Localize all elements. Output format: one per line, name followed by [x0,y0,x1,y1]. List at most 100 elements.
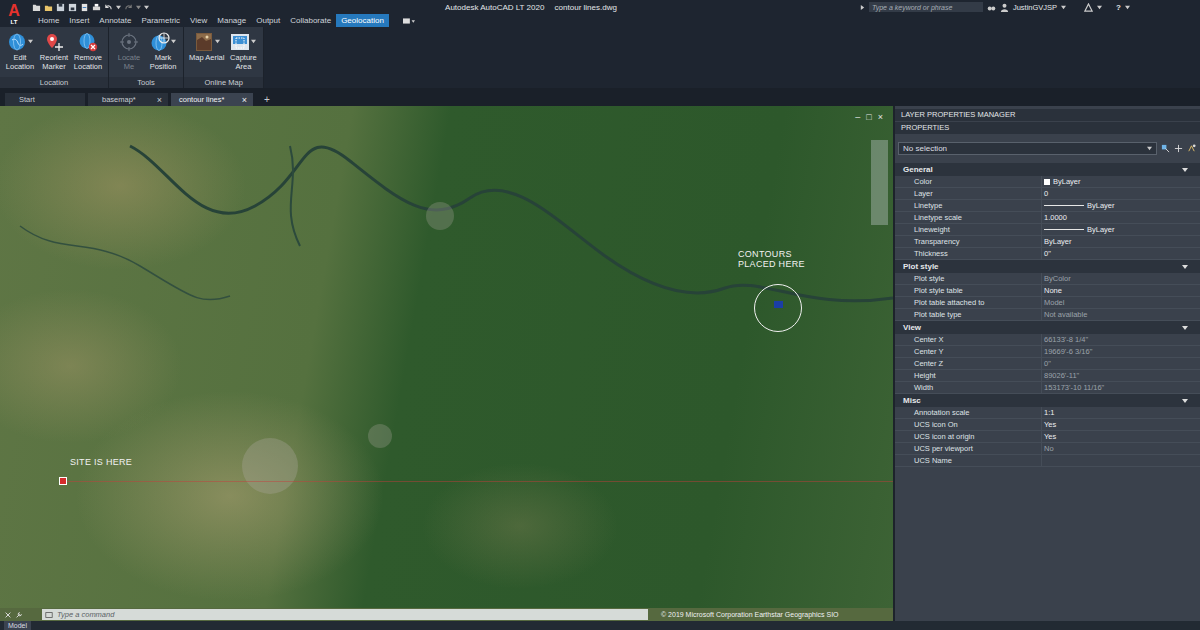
property-row[interactable]: Plot table type Not available [895,309,1200,321]
undo-icon[interactable] [104,3,113,12]
property-row[interactable]: UCS Name [895,455,1200,467]
palette-title[interactable]: PROPERTIES [895,122,1200,134]
viewport-control[interactable]: × [878,112,883,122]
ribbon-tab[interactable]: Output [251,14,285,27]
ribbon-button[interactable]: MarkPosition [147,30,179,77]
new-tab-button[interactable]: + [256,93,278,106]
binoculars-icon[interactable] [987,3,996,12]
section-header[interactable]: General [895,163,1200,176]
ribbon-tab[interactable]: Collaborate [285,14,336,27]
property-value[interactable]: 1.0000 [1042,212,1200,223]
contour-block[interactable] [774,301,783,308]
property-value[interactable]: ByLayer [1042,224,1200,235]
search-box[interactable]: Type a keyword or phrase [869,2,983,12]
palette-title[interactable]: LAYER PROPERTIES MANAGER [895,109,1200,121]
dropdown-arrow-icon[interactable] [28,39,33,44]
property-row[interactable]: Lineweight ByLayer [895,224,1200,236]
file-tab[interactable]: contour lines* × [171,93,253,106]
wrench-icon[interactable] [15,611,23,619]
aerial-map[interactable]: CONTOURSPLACED HERE SITE IS HERE –□× [0,106,893,608]
viewport-control[interactable]: – [855,112,860,122]
property-value[interactable]: 0" [1042,248,1200,259]
navigation-bar[interactable] [871,140,888,225]
viewport-control[interactable]: □ [866,112,871,122]
property-row[interactable]: UCS icon at origin Yes [895,431,1200,443]
quick-access-icon[interactable] [44,3,53,12]
quick-access-icon[interactable] [92,3,101,12]
file-tab[interactable]: basemap* × [88,93,168,106]
property-value[interactable]: Yes [1042,419,1200,430]
site-marker[interactable] [59,477,67,485]
ribbon-tab[interactable]: Annotate [94,14,136,27]
ribbon-tab[interactable]: Parametric [136,14,185,27]
quick-access-icon[interactable] [32,3,41,12]
property-row[interactable]: Plot table attached to Model [895,297,1200,309]
property-value[interactable]: ByLayer [1042,176,1200,187]
quick-access-icon[interactable] [80,3,89,12]
property-value[interactable]: Yes [1042,431,1200,442]
property-row[interactable]: Height 89026'-11" [895,370,1200,382]
property-row[interactable]: Color ByLayer [895,176,1200,188]
property-value[interactable]: ByLayer [1042,200,1200,211]
user-icon[interactable] [1000,3,1009,12]
dropdown-arrow-icon[interactable] [171,39,176,44]
property-row[interactable]: UCS icon On Yes [895,419,1200,431]
property-row[interactable]: UCS per viewport No [895,443,1200,455]
ribbon-button[interactable]: RemoveLocation [72,30,104,77]
app-logo[interactable]: A LT [0,0,28,27]
site-label[interactable]: SITE IS HERE [70,457,132,467]
ribbon-button[interactable]: ReorientMarker [38,30,70,77]
command-line[interactable]: Type a command [42,609,648,620]
toggle-pickadd-icon[interactable] [1161,144,1170,153]
command-history-icon[interactable] [45,611,53,619]
ribbon-tab[interactable]: Home [33,14,64,27]
dropdown-arrow-icon[interactable] [251,39,256,44]
property-row[interactable]: Linetype ByLayer [895,200,1200,212]
section-header[interactable]: View [895,321,1200,334]
quick-access-icon[interactable] [56,3,65,12]
undo-dropdown-icon[interactable] [116,5,121,10]
property-row[interactable]: Transparency ByLayer [895,236,1200,248]
property-value[interactable]: 1:1 [1042,407,1200,418]
property-value[interactable]: None [1042,285,1200,296]
file-tab-close[interactable]: × [157,95,162,105]
ribbon-display-icon[interactable] [403,17,415,25]
property-row[interactable]: Center Z 0" [895,358,1200,370]
layout-tab[interactable]: Model [4,621,31,630]
ribbon-tab[interactable]: Insert [64,14,94,27]
contour-marker-circle[interactable] [754,284,802,332]
quick-access-icon[interactable] [68,3,77,12]
dropdown-arrow-icon[interactable] [215,39,220,44]
ribbon-tab[interactable]: View [185,14,212,27]
section-header[interactable]: Plot style [895,260,1200,273]
ribbon-tab[interactable]: Geolocation [336,14,389,27]
property-row[interactable]: Linetype scale 1.0000 [895,212,1200,224]
user-dropdown-icon[interactable] [1061,5,1066,10]
user-name[interactable]: JustinGVJSP [1013,3,1057,12]
quick-select-icon[interactable] [1187,144,1196,153]
app-dropdown-icon[interactable] [1097,5,1102,10]
property-value[interactable]: 0 [1042,188,1200,199]
help-button[interactable]: ? [1116,3,1121,12]
property-row[interactable]: Layer 0 [895,188,1200,200]
customize-dropdown-icon[interactable] [144,5,149,10]
property-row[interactable]: Width 153173'-10 11/16" [895,382,1200,394]
ribbon-button[interactable]: CaptureArea [227,30,259,77]
help-dropdown-icon[interactable] [1125,5,1130,10]
ribbon-button[interactable]: LocateMe [113,30,145,77]
section-header[interactable]: Misc [895,394,1200,407]
property-row[interactable]: Plot style table None [895,285,1200,297]
close-command-icon[interactable] [4,611,12,619]
property-row[interactable]: Center X 66133'-8 1/4" [895,334,1200,346]
property-value[interactable]: ByLayer [1042,236,1200,247]
file-tab[interactable]: Start [5,93,85,106]
redo-icon[interactable] [124,3,133,12]
redo-dropdown-icon[interactable] [136,5,141,10]
autodesk-app-icon[interactable] [1084,3,1093,12]
ribbon-tab[interactable]: Manage [212,14,251,27]
ribbon-button[interactable]: EditLocation [4,30,36,77]
selection-dropdown[interactable]: No selection [898,142,1157,155]
property-row[interactable]: Annotation scale 1:1 [895,407,1200,419]
ribbon-button[interactable]: Map Aerial [188,30,225,77]
property-value[interactable] [1042,455,1200,466]
